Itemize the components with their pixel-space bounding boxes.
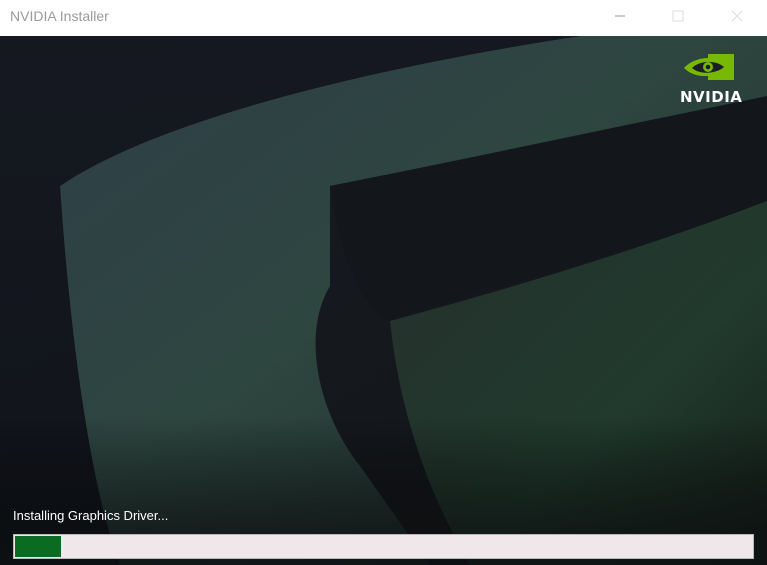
background-artwork [0, 36, 767, 565]
minimize-button[interactable] [597, 0, 643, 32]
installer-window: NVIDIA Installer NVIDIA Installing Graph… [0, 0, 767, 565]
close-button[interactable] [714, 0, 760, 32]
minimize-icon [615, 15, 625, 17]
maximize-button[interactable] [655, 0, 701, 32]
install-progress-bar [13, 534, 754, 559]
nvidia-logo-text: NVIDIA [680, 88, 743, 106]
title-bar[interactable]: NVIDIA Installer [0, 0, 767, 36]
close-icon [731, 10, 743, 22]
window-title: NVIDIA Installer [10, 8, 109, 24]
installer-content: NVIDIA Installing Graphics Driver... [0, 36, 767, 565]
install-status-text: Installing Graphics Driver... [13, 508, 169, 523]
maximize-icon [672, 10, 684, 22]
progress-fill [15, 536, 61, 557]
